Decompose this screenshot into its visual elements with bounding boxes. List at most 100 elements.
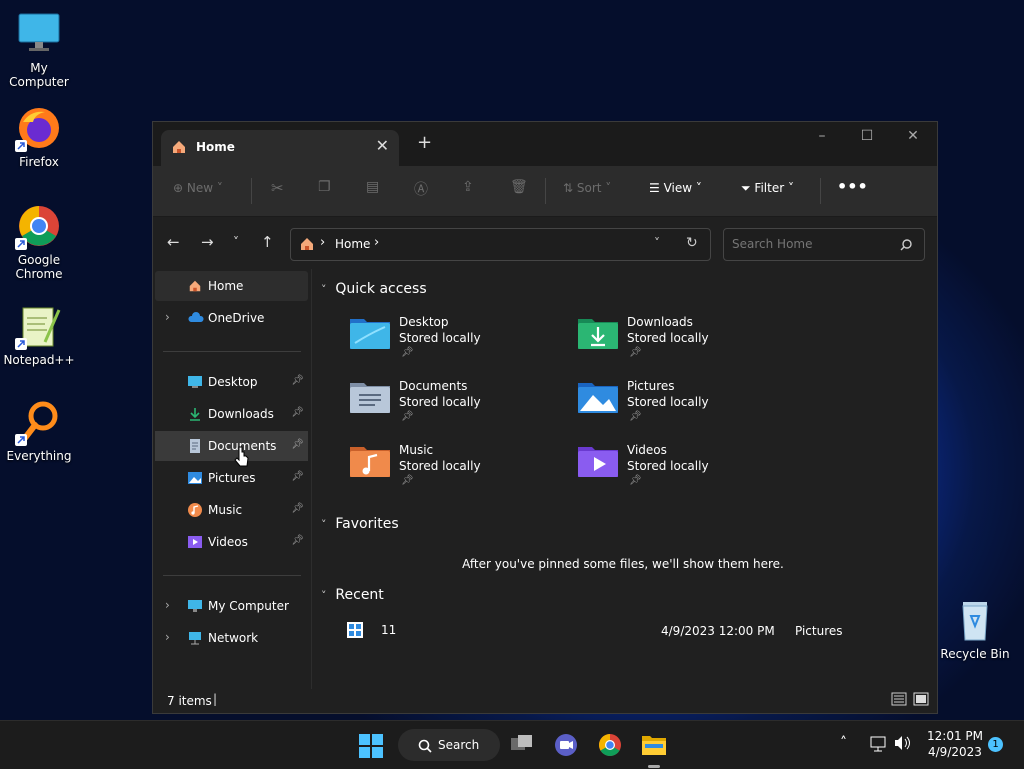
file-explorer-icon[interactable] [641,733,667,761]
desktop-icon-recycle-bin[interactable]: Recycle Bin [937,596,1013,661]
details-view-icon[interactable] [891,692,907,709]
new-button[interactable]: ⊕ New ˅ [173,181,223,195]
taskbar: Search ˄ 12:01 PM 4/9/2023 1 [0,720,1024,769]
recent-locations-chevron-icon[interactable]: ˅ [233,235,239,249]
section-recent[interactable]: ˅ Recent [321,587,384,603]
quick-access-name: Downloads [627,315,693,329]
sidebar-item-my-computer[interactable]: › My Computer [155,591,308,621]
downloads-folder-icon [577,313,619,355]
pin-icon: 📌︎ [629,411,642,422]
rename-icon[interactable]: Ⓐ [414,179,428,199]
chrome-icon[interactable] [598,733,622,761]
content-pane: ˅ Quick access Desktop Stored locally 📌︎… [313,269,933,689]
chevron-right-icon[interactable]: › [165,310,170,324]
quick-access-subtitle: Stored locally [627,459,709,473]
address-bar[interactable]: › Home › ˅ ↻ [290,228,711,261]
back-arrow-icon[interactable]: ← [167,233,180,251]
picture-icon [188,471,202,485]
chevron-down-icon: ˅ [321,589,327,602]
quick-access-name: Documents [399,379,468,393]
table-row[interactable]: 11 4/9/2023 12:00 PM Pictures [343,621,923,643]
cut-icon[interactable]: ✂ [271,179,284,197]
close-window-button[interactable]: ✕ [898,128,928,144]
pin-icon[interactable]: 📌︎ [291,471,304,482]
address-dropdown-icon[interactable]: ˅ [654,236,660,250]
quick-access-item-documents[interactable]: Documents Stored locally 📌︎ [349,377,559,433]
view-button[interactable]: ☰ View ˅ [649,181,702,195]
clock-date[interactable]: 4/9/2023 [928,745,982,759]
sidebar-item-downloads[interactable]: Downloads 📌︎ [155,399,308,429]
new-tab-button[interactable]: + [417,132,432,153]
desktop-icon-label: Recycle Bin [940,647,1010,661]
file-explorer-window: Home ✕ + – ☐ ✕ ⊕ New ˅ ✂ ❐ ▤ Ⓐ ⇪ 🗑︎ ⇅ So… [152,121,938,714]
breadcrumb-chevron-icon[interactable]: › [374,235,379,250]
sidebar-item-music[interactable]: Music 📌︎ [155,495,308,525]
refresh-icon[interactable]: ↻ [686,235,698,251]
maximize-button[interactable]: ☐ [852,128,882,144]
tiles-view-icon[interactable] [913,692,929,709]
desktop-icon-chrome[interactable]: Google Chrome [1,202,77,281]
section-quick-access[interactable]: ˅ Quick access [321,281,427,297]
quick-access-name: Music [399,443,434,457]
taskbar-search-button[interactable]: Search [398,729,500,761]
quick-access-item-desktop[interactable]: Desktop Stored locally 📌︎ [349,313,559,369]
pin-icon[interactable]: 📌︎ [291,503,304,514]
home-icon [188,279,202,293]
chevron-right-icon[interactable]: › [165,598,170,612]
paste-icon[interactable]: ▤ [366,179,379,195]
search-input[interactable] [732,237,892,251]
notification-badge[interactable]: 1 [988,737,1003,752]
sidebar-item-documents[interactable]: Documents 📌︎ [155,431,308,461]
sort-button[interactable]: ⇅ Sort ˅ [563,181,611,195]
sidebar-item-label: Desktop [208,375,258,389]
close-tab-icon[interactable]: ✕ [376,136,389,155]
quick-access-item-videos[interactable]: Videos Stored locally 📌︎ [577,441,787,497]
more-options-icon[interactable]: ••• [837,177,868,196]
sidebar-item-videos[interactable]: Videos 📌︎ [155,527,308,557]
desktop-icon-firefox[interactable]: Firefox [1,104,77,169]
pin-icon[interactable]: 📌︎ [291,439,304,450]
quick-access-item-music[interactable]: Music Stored locally 📌︎ [349,441,559,497]
windows-start-icon[interactable] [359,734,383,762]
desktop-icon-notepadpp[interactable]: Notepad++ [1,302,77,367]
pin-icon[interactable]: 📌︎ [291,407,304,418]
up-arrow-icon[interactable]: ↑ [261,233,274,251]
sidebar-item-home[interactable]: Home [155,271,308,301]
quick-access-item-downloads[interactable]: Downloads Stored locally 📌︎ [577,313,787,369]
desktop-icon-label: Google Chrome [15,253,63,281]
search-icon[interactable] [900,236,912,255]
sidebar-item-label: Downloads [208,407,274,421]
desktop-icon-my-computer[interactable]: My Computer [1,10,77,89]
chevron-right-icon[interactable]: › [165,630,170,644]
desktop-icon-everything[interactable]: Everything [1,398,77,463]
share-icon[interactable]: ⇪ [462,179,474,195]
recycle-bin-icon [951,596,999,644]
section-favorites[interactable]: ˅ Favorites [321,516,399,532]
chevron-up-icon[interactable]: ˄ [840,735,847,751]
tab-home[interactable]: Home ✕ [161,130,399,166]
clock-time[interactable]: 12:01 PM [927,729,983,743]
filter-button[interactable]: ⏷ Filter ˅ [741,181,794,196]
pin-icon[interactable]: 📌︎ [291,375,304,386]
sidebar-item-pictures[interactable]: Pictures 📌︎ [155,463,308,493]
forward-arrow-icon[interactable]: → [201,233,214,251]
documents-folder-icon [349,377,391,419]
sidebar-item-onedrive[interactable]: › OneDrive [155,303,308,333]
task-view-icon[interactable] [510,733,534,759]
pin-icon[interactable]: 📌︎ [291,535,304,546]
volume-icon[interactable] [894,735,912,755]
chevron-down-icon: ˅ [321,518,327,531]
network-icon[interactable] [870,736,888,756]
teams-meet-icon[interactable] [554,733,578,761]
copy-icon[interactable]: ❐ [318,179,331,195]
minimize-button[interactable]: – [807,128,837,144]
breadcrumb[interactable]: Home [335,237,370,251]
sidebar-item-network[interactable]: › Network [155,623,308,653]
delete-icon[interactable]: 🗑︎ [510,179,528,195]
quick-access-item-pictures[interactable]: Pictures Stored locally 📌︎ [577,377,787,433]
search-box[interactable] [723,228,925,261]
quick-access-subtitle: Stored locally [627,395,709,409]
notepadpp-icon [15,302,63,350]
sidebar-item-desktop[interactable]: Desktop 📌︎ [155,367,308,397]
sidebar-item-label: OneDrive [208,311,265,325]
